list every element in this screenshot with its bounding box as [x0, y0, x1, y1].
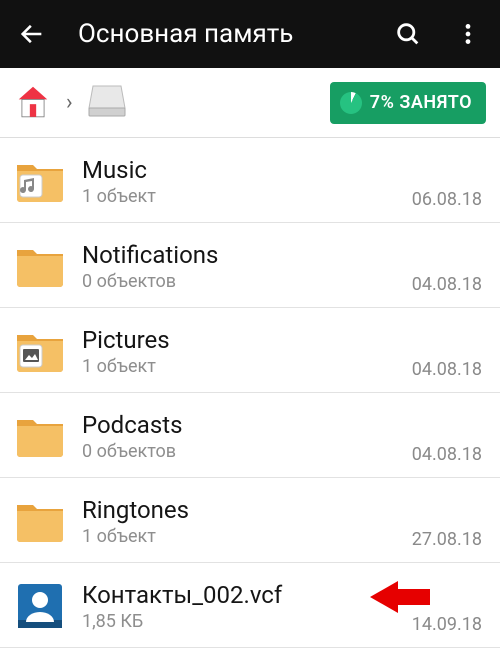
pie-usage-icon: [340, 92, 362, 114]
item-info: Pictures1 объект: [82, 326, 412, 377]
search-icon: [394, 20, 422, 48]
item-name: Podcasts: [82, 411, 412, 439]
folder-icon: [14, 240, 66, 292]
item-name: Notifications: [82, 241, 412, 269]
item-subtitle: 0 объектов: [82, 271, 412, 292]
list-item[interactable]: Pictures1 объект04.08.18: [0, 308, 500, 393]
highlight-arrow-icon: [370, 581, 430, 613]
item-date: 04.08.18: [412, 274, 482, 295]
item-date: 27.08.18: [412, 529, 482, 550]
folder-icon: [14, 410, 66, 462]
item-info: Podcasts0 объектов: [82, 411, 412, 462]
list-item[interactable]: Notifications0 объектов04.08.18: [0, 223, 500, 308]
chevron-right-icon: ›: [66, 90, 73, 115]
item-subtitle: 0 объектов: [82, 441, 412, 462]
item-date: 04.08.18: [412, 444, 482, 465]
storage-usage-label: 7% ЗАНЯТО: [370, 92, 472, 113]
drive-icon: [87, 84, 127, 118]
folder-pictures-icon: [14, 325, 66, 377]
folder-icon: [14, 495, 66, 547]
list-item[interactable]: Контакты_002.vcf1,85 КБ14.09.18: [0, 563, 500, 648]
overflow-menu-button[interactable]: [448, 14, 488, 54]
item-name: Ringtones: [82, 496, 412, 524]
item-subtitle: 1 объект: [82, 186, 412, 207]
item-name: Music: [82, 156, 412, 184]
home-icon: [14, 82, 52, 120]
contacts-file-icon: [14, 580, 66, 632]
storage-usage-chip[interactable]: 7% ЗАНЯТО: [330, 82, 486, 124]
breadcrumb-drive-button[interactable]: [87, 84, 127, 122]
list-item[interactable]: Music1 объект06.08.18: [0, 138, 500, 223]
breadcrumb-bar: › 7% ЗАНЯТО: [0, 68, 500, 138]
back-button[interactable]: [12, 14, 52, 54]
app-toolbar: Основная память: [0, 0, 500, 68]
breadcrumb-home-button[interactable]: [14, 82, 52, 124]
item-info: Контакты_002.vcf1,85 КБ: [82, 581, 412, 632]
list-item[interactable]: Podcasts0 объектов04.08.18: [0, 393, 500, 478]
item-name: Pictures: [82, 326, 412, 354]
item-date: 14.09.18: [412, 614, 482, 635]
item-info: Ringtones1 объект: [82, 496, 412, 547]
item-name: Контакты_002.vcf: [82, 581, 412, 609]
item-subtitle: 1 объект: [82, 526, 412, 547]
more-vert-icon: [455, 21, 481, 47]
folder-music-icon: [14, 155, 66, 207]
page-title: Основная память: [78, 19, 368, 49]
back-arrow-icon: [18, 20, 46, 48]
item-date: 04.08.18: [412, 359, 482, 380]
item-info: Music1 объект: [82, 156, 412, 207]
list-item[interactable]: Ringtones1 объект27.08.18: [0, 478, 500, 563]
item-info: Notifications0 объектов: [82, 241, 412, 292]
item-subtitle: 1 объект: [82, 356, 412, 377]
search-button[interactable]: [388, 14, 428, 54]
file-list: Music1 объект06.08.18Notifications0 объе…: [0, 138, 500, 648]
item-date: 06.08.18: [412, 189, 482, 210]
